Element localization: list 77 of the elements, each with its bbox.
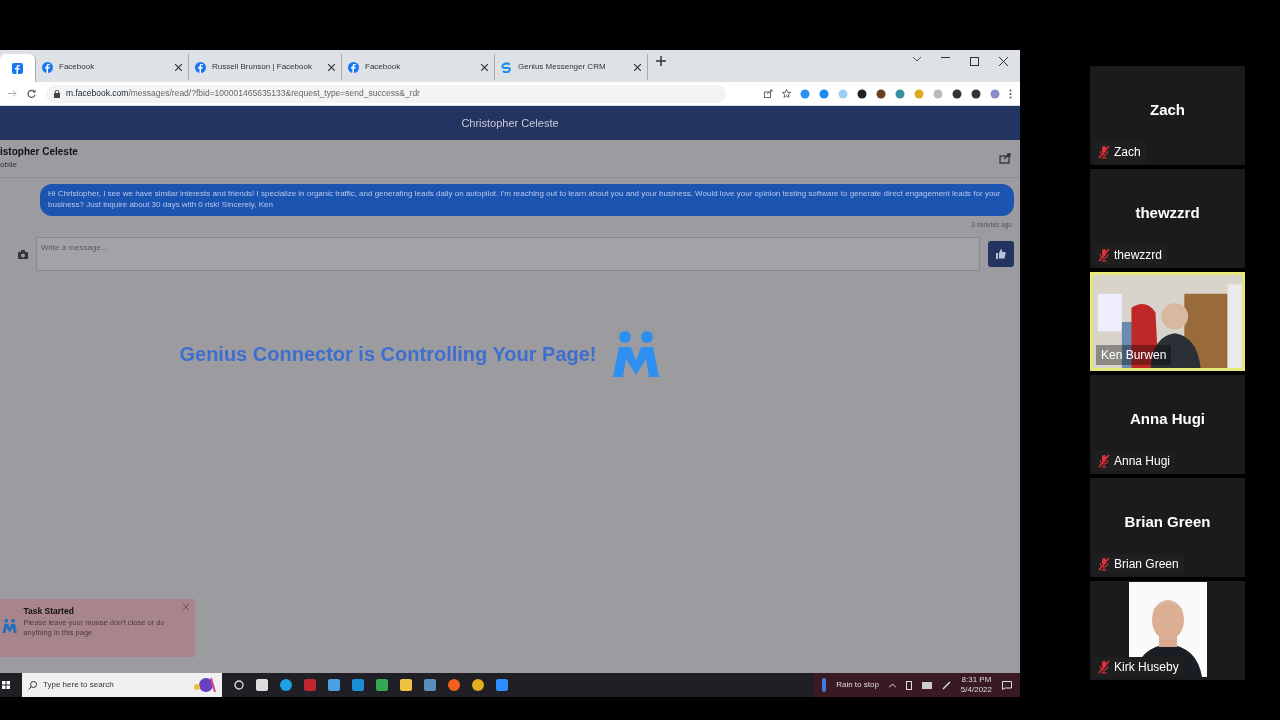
like-button[interactable] [988, 241, 1014, 268]
tab-search-icon[interactable] [913, 56, 921, 62]
star-icon[interactable] [782, 89, 791, 98]
participant-name: thewzzrd [1135, 203, 1200, 224]
muted-mic-icon [1098, 557, 1110, 571]
close-icon[interactable] [175, 63, 182, 71]
facebook-icon [348, 61, 359, 73]
maximize-icon[interactable] [970, 56, 979, 66]
participant-label: Anna Hugi [1093, 451, 1176, 471]
new-tab-icon[interactable] [656, 56, 666, 66]
muted-mic-icon [1098, 660, 1110, 674]
contact-name: istopher Celeste [0, 145, 78, 159]
contact-status: obile [0, 159, 18, 171]
extension-icon[interactable] [857, 88, 867, 99]
search-highlight-icon [192, 676, 216, 694]
swirl-icon [501, 61, 512, 73]
participant-name: Anna Hugi [1130, 409, 1205, 430]
muted-mic-icon [1098, 248, 1110, 262]
close-icon[interactable] [634, 63, 641, 71]
search-icon [28, 680, 37, 690]
search-field[interactable]: Type here to search [22, 673, 222, 697]
participant-label: Ken Burwen [1096, 345, 1172, 365]
clock-time: 8:31 PM [960, 675, 992, 685]
camera-icon[interactable] [18, 249, 28, 259]
share-icon[interactable] [764, 89, 773, 98]
app-icon[interactable] [256, 679, 268, 691]
clock-date: 5/4/2022 [960, 685, 992, 695]
extension-icon[interactable] [952, 88, 962, 99]
close-icon[interactable] [328, 63, 335, 71]
facebook-icon [12, 62, 23, 74]
participant-label: Kirk Huseby [1093, 657, 1184, 677]
message-bubble: Hi Christopher, I see we have similar interests and friends! I specialize in organic traffic, and generating leads daily on autopilot. I'm reaching out to learn about you and your business. Would love your opinion testing software to generate direct engagement leads for your business? Just inquire about 30 days with 0 risk! Sincerely, Ken [40, 184, 1014, 216]
people-logo-icon [610, 329, 661, 380]
battery-icon[interactable] [905, 680, 912, 690]
participant-name: Zach [1150, 100, 1185, 121]
page-title: Christopher Celeste [461, 115, 559, 131]
app-icon[interactable] [400, 679, 412, 691]
facebook-icon [42, 61, 53, 73]
thumbs-up-icon [996, 249, 1006, 260]
extension-icon[interactable] [876, 88, 886, 99]
people-logo-icon [2, 617, 18, 635]
close-icon [183, 603, 189, 610]
notification-icon[interactable] [1002, 680, 1012, 690]
browser-tab[interactable]: Russell Brunson | Facebook [189, 54, 342, 80]
close-icon[interactable] [999, 56, 1008, 66]
rain-icon [822, 678, 827, 692]
minimize-icon[interactable] [941, 56, 950, 59]
start-icon[interactable] [2, 681, 10, 689]
facebook-icon [195, 61, 206, 73]
circle-icon[interactable] [234, 680, 244, 690]
close-icon[interactable] [481, 63, 488, 71]
participant-label: Brian Green [1093, 554, 1184, 574]
address-bar[interactable]: m.facebook.com/messages/read/?fbid=100001465635133&request_type=send_success&_rdr [46, 84, 726, 103]
message-input[interactable]: Write a message... [36, 237, 980, 272]
pen-icon[interactable] [941, 680, 951, 690]
menu-icon[interactable] [1009, 88, 1012, 99]
browser-tab[interactable]: Facebook [342, 54, 495, 80]
weather-text: Rain to stop [836, 679, 879, 691]
app-icon[interactable] [280, 679, 292, 691]
participant-label: thewzzrd [1093, 245, 1168, 265]
lock-icon [54, 89, 60, 98]
participant-name: Brian Green [1124, 512, 1211, 533]
muted-mic-icon [1098, 145, 1110, 159]
browser-tab[interactable]: Genius Messenger CRM [495, 54, 648, 80]
overlay-message: Genius Connector is Controlling Your Page! [179, 342, 597, 368]
reload-icon[interactable] [27, 89, 36, 98]
extension-icon[interactable] [971, 88, 981, 99]
browser-tab[interactable] [0, 54, 36, 82]
participant-label: Zach [1093, 142, 1146, 162]
url-text: m.facebook.com/messages/read/?fbid=100001465635133&request_type=send_success&_rdr [66, 87, 420, 100]
chevron-up-icon[interactable] [888, 682, 896, 688]
toast-title: Task Started [23, 605, 75, 618]
share-icon[interactable] [999, 152, 1012, 164]
muted-mic-icon [1098, 454, 1110, 468]
app-icon[interactable] [472, 679, 484, 691]
browser-tab[interactable]: Facebook [36, 54, 189, 80]
app-icon[interactable] [448, 679, 460, 691]
